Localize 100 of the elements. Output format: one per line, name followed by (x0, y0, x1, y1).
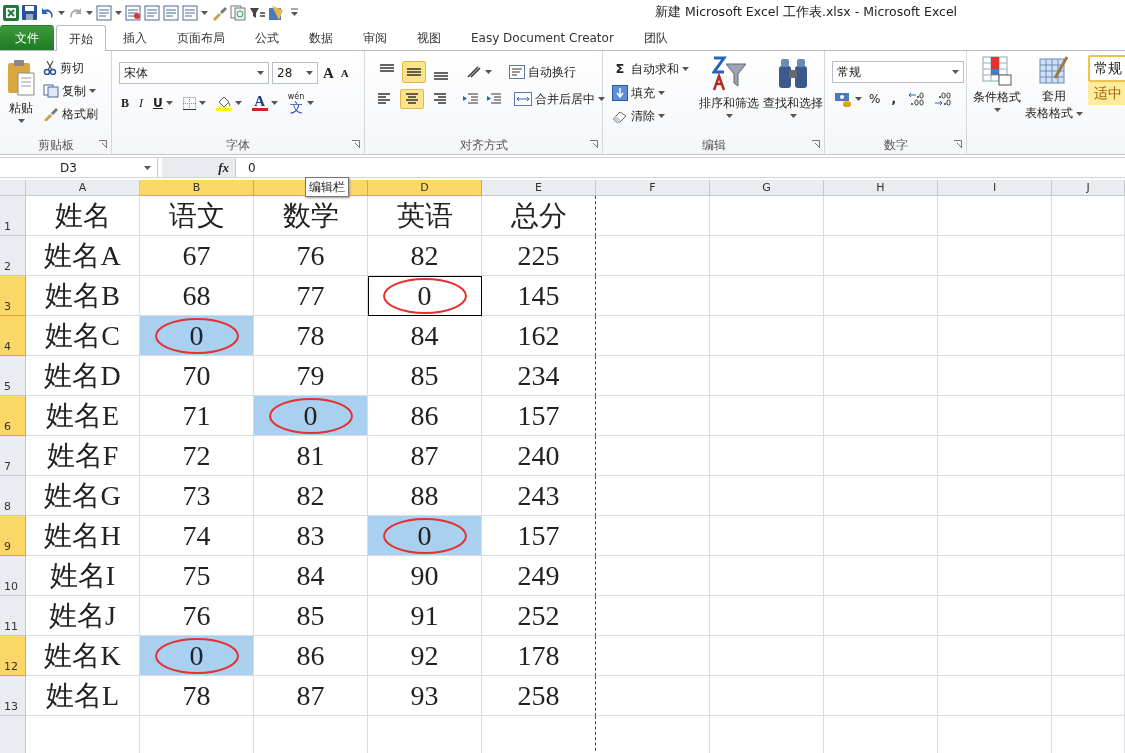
table-cell[interactable]: 87 (368, 436, 482, 476)
table-cell[interactable]: 162 (482, 316, 596, 356)
table-cell[interactable]: 姓名D (26, 356, 140, 396)
percent-button[interactable]: % (867, 89, 883, 109)
italic-button[interactable]: I (137, 93, 145, 113)
format-as-table-button[interactable]: 套用 表格格式 (1023, 55, 1085, 136)
table-cell[interactable]: 姓名B (26, 276, 140, 316)
table-cell[interactable]: 252 (482, 596, 596, 636)
table-cell[interactable]: 234 (482, 356, 596, 396)
table-cell[interactable]: 240 (482, 436, 596, 476)
column-header[interactable]: D (368, 180, 482, 196)
caret-icon[interactable] (855, 97, 862, 101)
dialog-launcher-icon[interactable] (954, 140, 962, 148)
caret-icon[interactable] (270, 101, 278, 105)
table-cell[interactable]: 91 (368, 596, 482, 636)
ribbon-tab[interactable]: 插入 (110, 25, 160, 50)
table-cell[interactable]: 145 (482, 276, 596, 316)
ribbon-tab[interactable]: 页面布局 (164, 25, 238, 50)
select-all-corner[interactable] (0, 180, 26, 196)
brush-icon[interactable] (211, 4, 227, 21)
ribbon-tab[interactable]: 团队 (630, 25, 681, 50)
autosum-button[interactable]: Σ 自动求和 (610, 58, 691, 80)
neutral-style-swatch[interactable]: 适中 (1088, 82, 1125, 105)
table-cell[interactable]: 姓名L (26, 676, 140, 716)
clipboard-icon[interactable] (268, 4, 284, 21)
caret-icon[interactable] (485, 70, 492, 74)
caret-icon[interactable] (993, 108, 1001, 112)
caret-icon[interactable] (198, 101, 206, 105)
caret-icon[interactable] (952, 70, 959, 74)
table-cell[interactable]: 82 (368, 236, 482, 276)
caret-icon[interactable] (658, 90, 665, 95)
table-cell[interactable]: 姓名E (26, 396, 140, 436)
form-icon[interactable] (144, 4, 160, 21)
bold-button[interactable]: B (119, 93, 131, 113)
table-cell[interactable]: 243 (482, 476, 596, 516)
caret-icon[interactable] (658, 113, 665, 118)
caret-icon[interactable] (17, 119, 25, 123)
underline-button[interactable]: U (151, 93, 175, 113)
fill-button[interactable]: 填充 (610, 82, 691, 103)
shrink-font-button[interactable]: A (338, 64, 351, 83)
ribbon-tab[interactable]: 审阅 (350, 25, 400, 50)
sort-filter-button[interactable]: 排序和筛选 (697, 55, 761, 136)
ribbon-tab[interactable]: 公式 (242, 25, 292, 50)
column-header[interactable]: B (140, 180, 254, 196)
row-header[interactable]: 2 (0, 236, 26, 276)
print-preview-icon[interactable] (163, 4, 179, 21)
caret-icon[interactable] (115, 10, 122, 15)
table-cell[interactable]: 姓名A (26, 236, 140, 276)
column-header[interactable]: I (938, 180, 1052, 196)
caret-icon[interactable] (598, 97, 605, 101)
column-header[interactable]: E (482, 180, 596, 196)
table-cell[interactable]: 78 (140, 676, 254, 716)
row-header[interactable]: 7 (0, 436, 26, 476)
table-cell[interactable]: 157 (482, 516, 596, 556)
font-name-field[interactable]: 宋体 (119, 62, 269, 85)
row-header[interactable]: 3 (0, 276, 26, 316)
normal-style-swatch[interactable]: 常规 (1088, 55, 1125, 82)
table-cell[interactable]: 姓名F (26, 436, 140, 476)
row-header[interactable] (0, 716, 26, 753)
borders-button[interactable] (180, 95, 208, 111)
undo-icon[interactable] (40, 5, 55, 20)
table-cell[interactable]: 84 (368, 316, 482, 356)
table-cell[interactable]: 225 (482, 236, 596, 276)
table-cell[interactable]: 0 (140, 316, 254, 356)
caret-icon[interactable] (725, 114, 733, 118)
vertical-align-button[interactable] (402, 61, 426, 83)
customize-caret-icon[interactable] (290, 7, 299, 18)
checklist-icon[interactable] (125, 4, 141, 21)
caret-icon[interactable] (306, 71, 313, 76)
table-cell[interactable]: 数学 (254, 196, 368, 236)
table-cell[interactable]: 93 (368, 676, 482, 716)
column-header[interactable]: F (596, 180, 710, 196)
caret-icon[interactable] (165, 101, 173, 105)
table-cell[interactable]: 姓名J (26, 596, 140, 636)
dialog-launcher-icon[interactable] (352, 140, 360, 148)
copy-button[interactable]: 复制 (41, 81, 100, 101)
row-header[interactable]: 10 (0, 556, 26, 596)
table-cell[interactable]: 姓名I (26, 556, 140, 596)
font-color-button[interactable]: A (249, 94, 280, 112)
ribbon-tab[interactable]: 数据 (296, 25, 346, 50)
table-cell[interactable]: 姓名G (26, 476, 140, 516)
clear-button[interactable]: 清除 (610, 105, 691, 126)
dialog-launcher-icon[interactable] (99, 140, 107, 148)
currency-button[interactable] (832, 90, 864, 108)
number-format-field[interactable]: 常规 (832, 61, 964, 83)
column-header[interactable]: H (824, 180, 938, 196)
grow-font-button[interactable]: A (321, 61, 336, 86)
table-cell[interactable]: 姓名H (26, 516, 140, 556)
table-cell[interactable]: 78 (254, 316, 368, 356)
caret-icon[interactable] (307, 101, 315, 105)
row-header[interactable]: 6 (0, 396, 26, 436)
column-header[interactable]: A (26, 180, 140, 196)
format-painter-button[interactable]: 格式刷 (41, 104, 100, 124)
table-cell[interactable]: 92 (368, 636, 482, 676)
cut-button[interactable]: 剪切 (41, 58, 100, 78)
table-cell[interactable]: 0 (254, 396, 368, 436)
table-cell[interactable]: 85 (254, 596, 368, 636)
caret-icon[interactable] (789, 114, 797, 118)
table-cell[interactable]: 87 (254, 676, 368, 716)
table-cell[interactable]: 0 (368, 276, 482, 316)
